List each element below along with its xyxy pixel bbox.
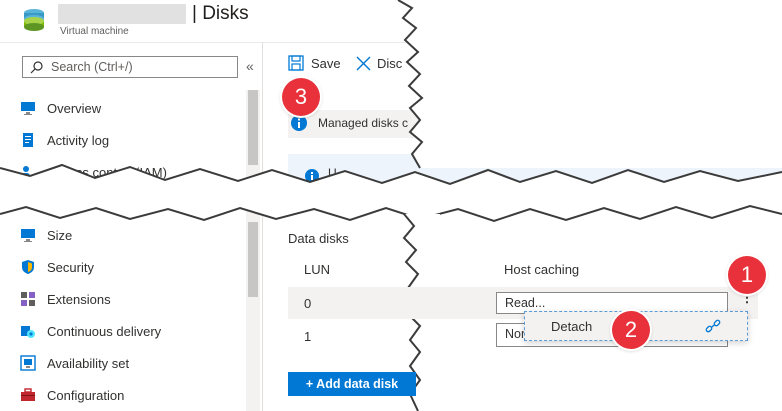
lun-cell: 0 — [304, 296, 312, 311]
host-caching-column-header: Host caching — [504, 262, 580, 277]
callout-3: 3 — [282, 78, 320, 116]
detach-label: Detach — [551, 319, 593, 334]
add-data-disk-button[interactable]: + Add data disk — [288, 372, 416, 396]
detach-link-icon — [705, 319, 721, 333]
host-caching-value: Read... — [505, 296, 546, 310]
lun-column-header: LUN — [304, 262, 331, 277]
lun-cell: 1 — [304, 329, 312, 344]
data-disks-title: Data disks — [288, 231, 349, 246]
callout-2: 2 — [612, 311, 650, 349]
callout-1: 1 — [728, 256, 766, 294]
torn-edge-overlay — [0, 0, 782, 411]
